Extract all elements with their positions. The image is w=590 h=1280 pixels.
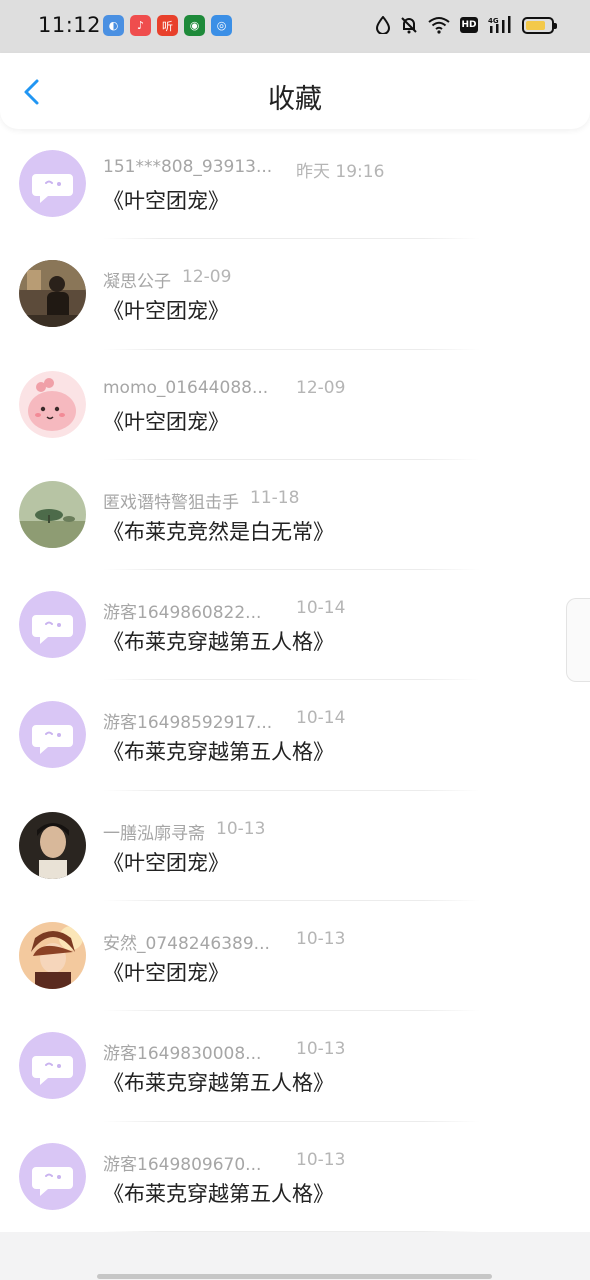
user-name[interactable]: 游客16498592917... <box>103 708 272 733</box>
user-name[interactable]: 游客1649809670... <box>103 1150 261 1175</box>
favorite-date: 10-13 <box>296 1039 346 1060</box>
home-indicator[interactable] <box>97 1274 492 1279</box>
default-avatar-chat-icon[interactable] <box>19 1032 86 1100</box>
favorite-date: 12-09 <box>296 377 346 398</box>
bottom-area <box>0 1232 590 1280</box>
book-title[interactable]: 《布莱克穿越第五人格》 <box>103 626 334 656</box>
app-header: 收藏 <box>0 53 590 129</box>
favorite-date: 12-09 <box>182 267 232 288</box>
favorites-list: 151***808_93913... 昨天 19:16 《叶空团宠》 凝思公子 12-0… <box>0 129 590 1232</box>
favorite-item[interactable]: 游客16498592917... 10-14 《布莱克穿越第五人格》 <box>0 680 590 791</box>
favorite-date: 10-14 <box>296 598 346 619</box>
mute-bell-icon <box>400 15 418 35</box>
green-app-icon: ◉ <box>184 15 205 36</box>
water-drop-icon <box>376 15 390 35</box>
favorite-item[interactable]: 游客1649830008... 10-13 《布莱克穿越第五人格》 <box>0 1011 590 1122</box>
default-avatar-chat-icon[interactable] <box>19 591 86 659</box>
battery-icon <box>522 16 557 34</box>
item-meta: 匿戏谮特警狙击手 11-18 <box>103 488 299 513</box>
user-avatar[interactable] <box>19 370 86 438</box>
user-avatar[interactable] <box>19 811 86 879</box>
item-meta: 一膳泓廓寻斋 10-13 <box>103 819 265 844</box>
favorite-item[interactable]: 151***808_93913... 昨天 19:16 《叶空团宠》 <box>0 129 590 240</box>
user-name[interactable]: 匿戏谮特警狙击手 <box>103 488 239 513</box>
book-title[interactable]: 《布莱克穿越第五人格》 <box>103 736 334 766</box>
signal-icon: 4G <box>488 15 512 35</box>
user-name[interactable]: 安然_0748246389... <box>103 929 270 954</box>
default-avatar-chat-icon[interactable] <box>19 1142 86 1210</box>
item-meta: 游客1649860822... 10-14 <box>103 598 345 623</box>
book-title[interactable]: 《叶空团宠》 <box>103 185 229 215</box>
book-title[interactable]: 《叶空团宠》 <box>103 295 229 325</box>
user-avatar[interactable] <box>19 260 86 328</box>
music-app-icon: ♪ <box>130 15 151 36</box>
favorite-item[interactable]: 游客1649860822... 10-14 《布莱克穿越第五人格》 <box>0 570 590 681</box>
favorite-item[interactable]: 匿戏谮特警狙击手 11-18 《布莱克竞然是白无常》 <box>0 460 590 571</box>
status-bar: 11:12 ◐ ♪ 听 ◉ ◎ HD 4G <box>0 0 590 53</box>
favorite-date: 10-13 <box>216 818 266 839</box>
status-time: 11:12 <box>38 13 102 37</box>
favorite-date: 11-18 <box>250 487 300 508</box>
user-avatar[interactable] <box>19 922 86 990</box>
favorite-item[interactable]: 凝思公子 12-09 《叶空团宠》 <box>0 239 590 350</box>
favorite-item[interactable]: 安然_0748246389... 10-13 《叶空团宠》 <box>0 901 590 1012</box>
item-meta: 游客1649830008... 10-13 <box>103 1039 345 1064</box>
favorite-date: 10-13 <box>296 929 346 950</box>
page-title: 收藏 <box>268 84 322 115</box>
item-meta: 游客1649809670... 10-13 <box>103 1150 345 1175</box>
user-name[interactable]: 游客1649860822... <box>103 598 261 623</box>
book-title[interactable]: 《叶空团宠》 <box>103 406 229 436</box>
browser-app-icon: ◐ <box>103 15 124 36</box>
notification-app-icons: ◐ ♪ 听 ◉ ◎ <box>103 15 232 36</box>
item-meta: momo_01644088... 12-09 <box>103 378 345 398</box>
book-title[interactable]: 《布莱克穿越第五人格》 <box>103 1067 334 1097</box>
favorite-item[interactable]: 一膳泓廓寻斋 10-13 《叶空团宠》 <box>0 791 590 902</box>
book-title[interactable]: 《布莱克穿越第五人格》 <box>103 1178 334 1208</box>
book-title[interactable]: 《叶空团宠》 <box>103 847 229 877</box>
item-meta: 游客16498592917... 10-14 <box>103 708 345 733</box>
blue-app-icon: ◎ <box>211 15 232 36</box>
side-drawer-handle[interactable] <box>566 598 590 682</box>
wifi-icon <box>428 15 450 35</box>
favorite-date: 昨天 19:16 <box>296 162 385 182</box>
favorite-date: 10-13 <box>296 1149 346 1170</box>
favorite-date: 10-14 <box>296 708 346 729</box>
default-avatar-chat-icon[interactable] <box>19 150 86 217</box>
item-meta: 151***808_93913... 昨天 19:16 <box>103 157 384 182</box>
user-avatar[interactable] <box>19 480 86 548</box>
favorite-item[interactable]: momo_01644088... 12-09 《叶空团宠》 <box>0 350 590 460</box>
book-title[interactable]: 《叶空团宠》 <box>103 957 229 987</box>
user-name[interactable]: momo_01644088... <box>103 378 268 398</box>
user-name[interactable]: 151***808_93913... <box>103 157 272 182</box>
item-meta: 安然_0748246389... 10-13 <box>103 929 345 954</box>
favorite-item[interactable]: 游客1649809670... 10-13 《布莱克穿越第五人格》 <box>0 1122 590 1232</box>
user-name[interactable]: 游客1649830008... <box>103 1039 261 1064</box>
book-title[interactable]: 《布莱克竞然是白无常》 <box>103 516 334 546</box>
user-name[interactable]: 凝思公子 <box>103 267 171 292</box>
item-meta: 凝思公子 12-09 <box>103 267 231 292</box>
user-name[interactable]: 一膳泓廓寻斋 <box>103 819 205 844</box>
system-icons: HD 4G <box>376 15 557 35</box>
hd-icon: HD <box>460 17 478 33</box>
svg-text:4G: 4G <box>488 17 499 25</box>
default-avatar-chat-icon[interactable] <box>19 701 86 769</box>
listen-app-icon: 听 <box>157 15 178 36</box>
